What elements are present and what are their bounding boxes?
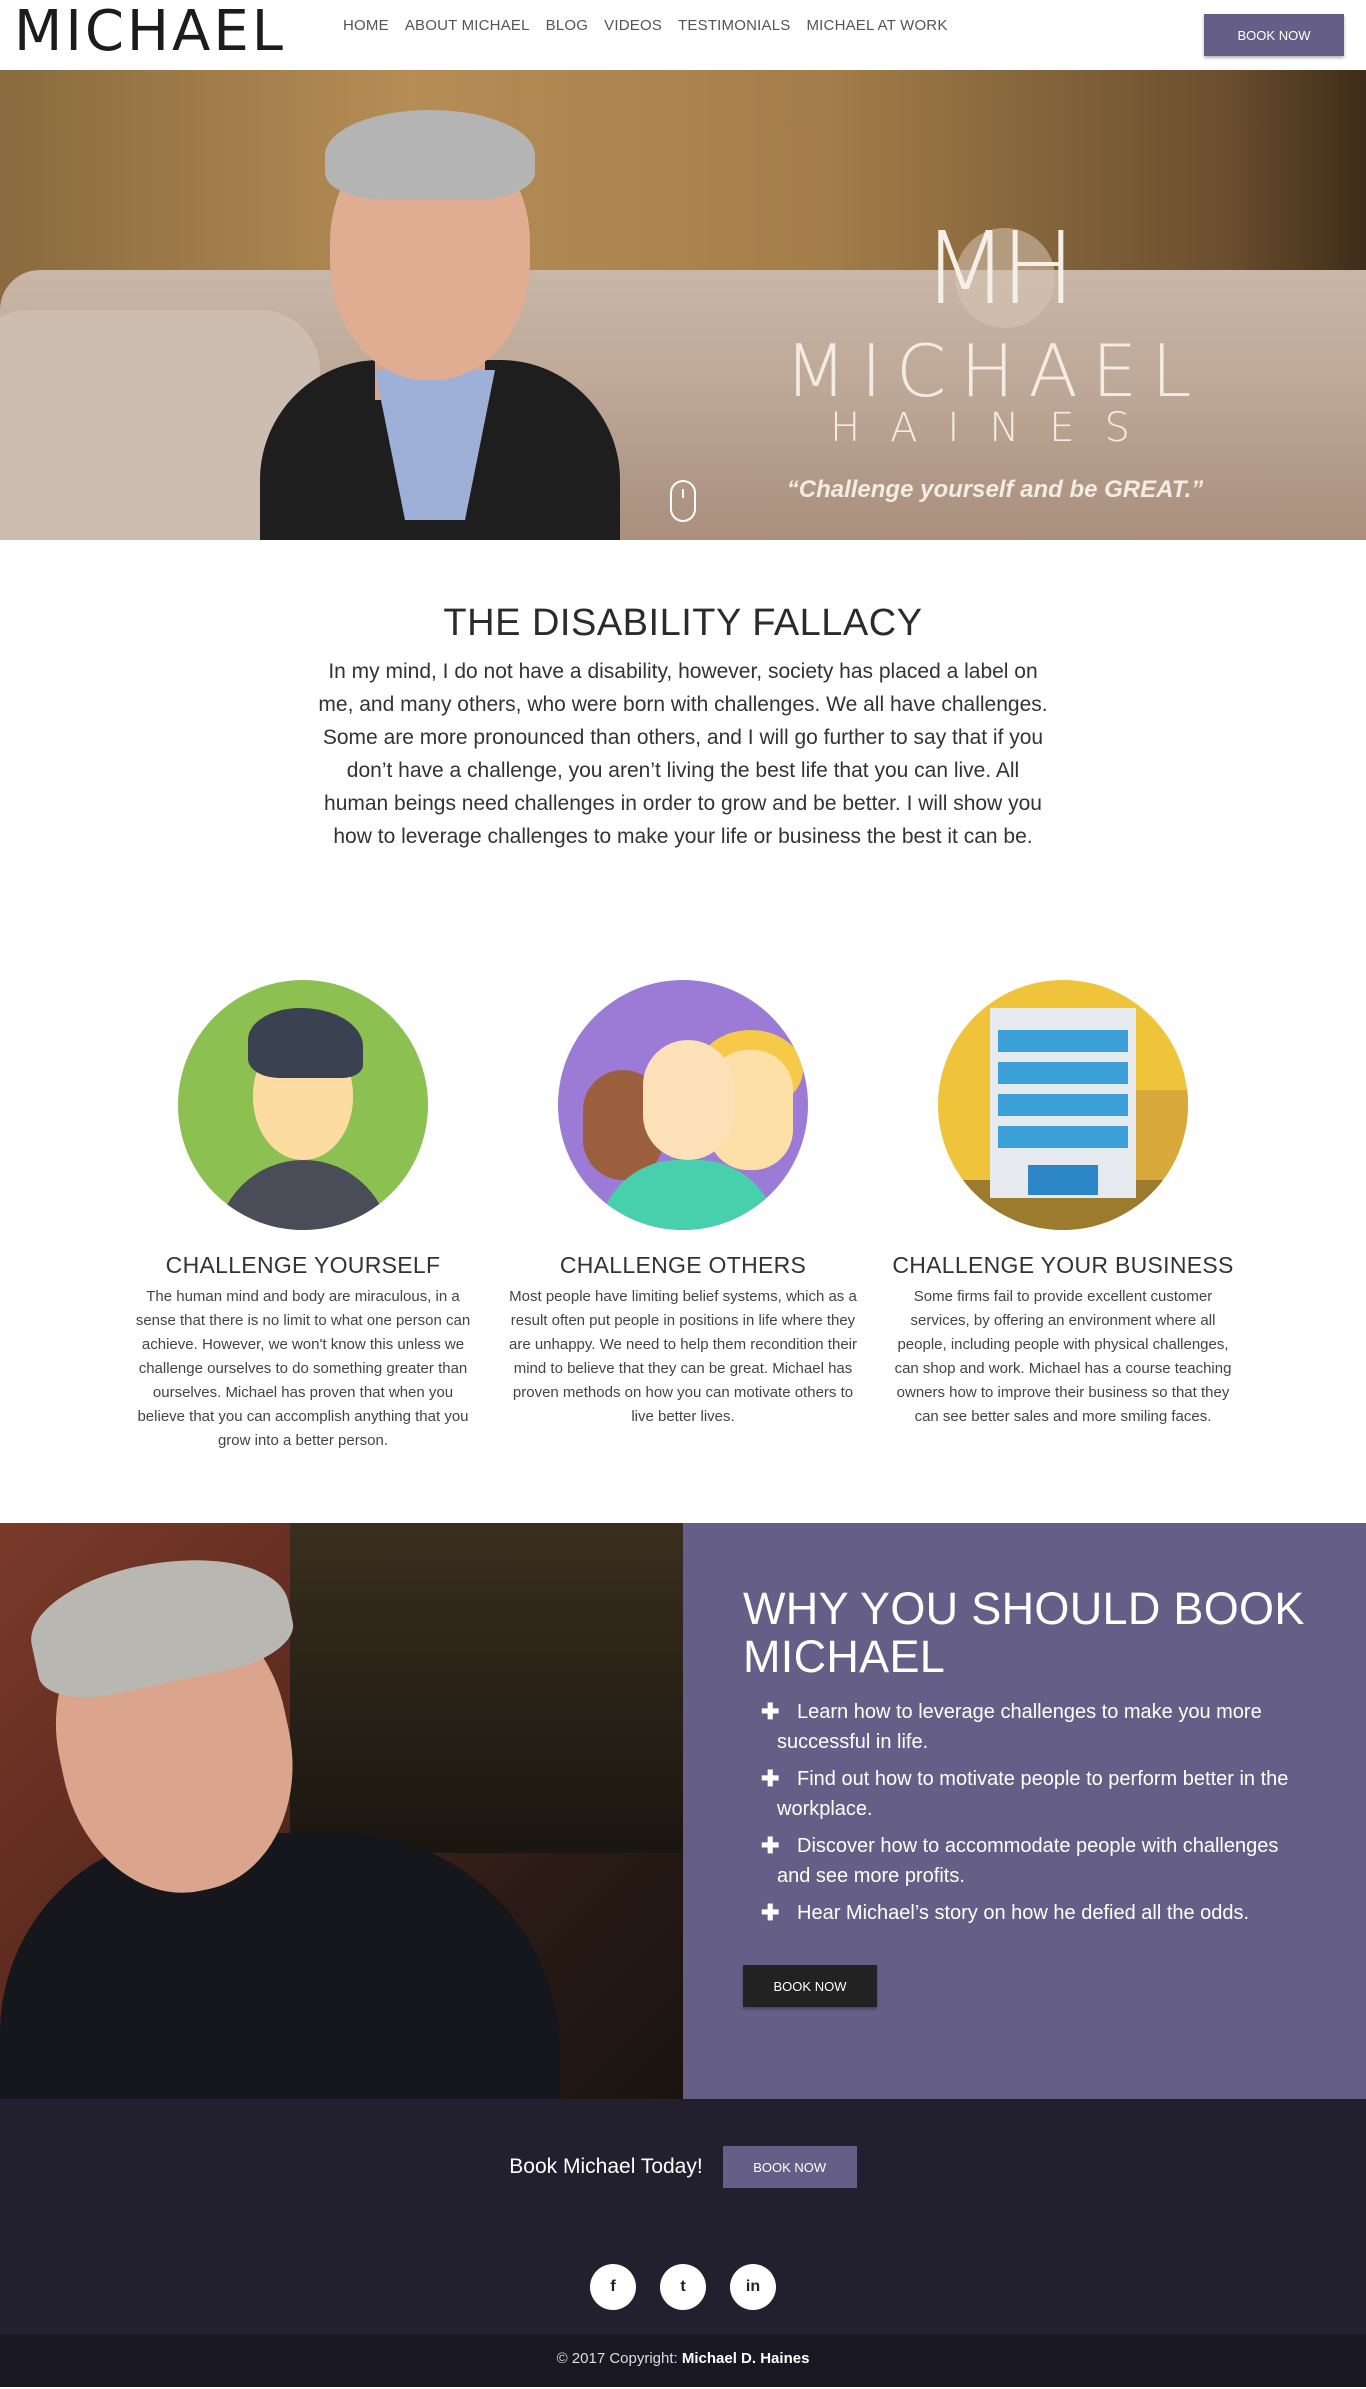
plus-icon: ✚ xyxy=(761,1833,780,1858)
list-item: ✚ Hear Michael’s story on how he defied a… xyxy=(761,1898,1311,1928)
why-list: ✚ Learn how to leverage challenges to mak… xyxy=(761,1697,1311,1928)
hero-quote: “Challenge yourself and be GREAT.” xyxy=(786,476,1204,503)
mh-monogram-logo: MH xyxy=(915,214,1076,330)
scroll-down-mouse-icon[interactable] xyxy=(670,480,696,522)
list-item: ✚ Discover how to accommodate people with… xyxy=(761,1833,1279,1887)
plus-icon: ✚ xyxy=(761,1766,780,1791)
challenge-body: Most people have limiting belief systems… xyxy=(508,1288,857,1425)
person-avatar-icon xyxy=(178,980,428,1230)
copyright-bar: © 2017 Copyright: Michael D. Haines xyxy=(0,2335,1366,2387)
disability-fallacy-section: THE DISABILITY FALLACY In my mind, I do … xyxy=(0,540,1366,980)
nav-blog[interactable]: BLOG xyxy=(546,17,588,34)
challenges-section: CHALLENGE YOURSELF The human mind and bo… xyxy=(0,980,1366,1523)
challenge-card-others: CHALLENGE OTHERS Most people have limiti… xyxy=(508,980,858,1429)
group-avatar-icon xyxy=(558,980,808,1230)
nav-videos[interactable]: VIDEOS xyxy=(604,17,662,34)
hero-surname: HAINES xyxy=(830,405,1160,451)
top-nav: MICHAEL HOME ABOUT MICHAEL BLOG VIDEOS T… xyxy=(0,0,1366,70)
list-item: ✚ Find out how to motivate people to perf… xyxy=(761,1766,1289,1820)
challenge-title: CHALLENGE OTHERS xyxy=(559,1252,807,1278)
nav-menu: HOME ABOUT MICHAEL BLOG VIDEOS TESTIMONI… xyxy=(343,17,948,34)
monogram-text: MH xyxy=(922,210,1075,327)
challenge-title: CHALLENGE YOURSELF xyxy=(165,1252,441,1278)
challenge-title: CHALLENGE YOUR BUSINESS xyxy=(892,1252,1234,1278)
challenge-card-business: CHALLENGE YOUR BUSINESS Some firms fail … xyxy=(888,980,1238,1429)
hero-brand: MH MICHAEL HAINES “Challenge yourself an… xyxy=(770,214,1220,504)
nav-about-michael[interactable]: ABOUT MICHAEL xyxy=(405,17,530,34)
why-book-panel: WHY YOU SHOULD BOOK MICHAEL ✚ Learn how to… xyxy=(683,1523,1366,2099)
nav-home[interactable]: HOME xyxy=(343,17,389,34)
book-now-button-footer[interactable]: BOOK NOW xyxy=(722,2146,857,2188)
site-logo[interactable]: MICHAEL xyxy=(14,2,286,62)
plus-icon: ✚ xyxy=(761,1900,780,1925)
linkedin-icon[interactable]: in xyxy=(730,2264,776,2310)
challenge-body: The human mind and body are miraculous, … xyxy=(135,1288,471,1449)
cta-text: Book Michael Today! xyxy=(509,2155,703,2178)
copyright-name: Michael D. Haines xyxy=(681,2350,810,2367)
hero-name: MICHAEL xyxy=(784,329,1206,413)
list-item: ✚ Learn how to leverage challenges to mak… xyxy=(761,1699,1262,1753)
plus-icon: ✚ xyxy=(761,1699,780,1724)
challenge-card-yourself: CHALLENGE YOURSELF The human mind and bo… xyxy=(128,980,478,1453)
why-title: WHY YOU SHOULD BOOK MICHAEL xyxy=(743,1583,1305,1682)
why-book-section: WHY YOU SHOULD BOOK MICHAEL ✚ Learn how to… xyxy=(0,1523,1366,2099)
facebook-icon[interactable]: f xyxy=(590,2264,636,2310)
nav-testimonials[interactable]: TESTIMONIALS xyxy=(678,17,790,34)
footer-cta: Book Michael Today! BOOK NOW f t in xyxy=(0,2099,1366,2335)
fallacy-title: THE DISABILITY FALLACY xyxy=(443,602,923,644)
office-building-icon xyxy=(938,980,1188,1230)
book-now-button-header[interactable]: BOOK NOW xyxy=(1204,14,1344,56)
nav-michael-at-work[interactable]: MICHAEL AT WORK xyxy=(806,17,947,34)
book-now-button-why[interactable]: BOOK NOW xyxy=(743,1965,877,2007)
michael-portrait-photo xyxy=(0,1523,683,2099)
hero-portrait xyxy=(260,110,620,540)
hero-banner: MH MICHAEL HAINES “Challenge yourself an… xyxy=(0,70,1366,540)
twitter-icon[interactable]: t xyxy=(660,2264,706,2310)
social-links: f t in xyxy=(0,2264,1366,2310)
fallacy-body: In my mind, I do not have a disability, … xyxy=(318,660,1048,848)
challenge-body: Some firms fail to provide excellent cus… xyxy=(894,1288,1232,1425)
